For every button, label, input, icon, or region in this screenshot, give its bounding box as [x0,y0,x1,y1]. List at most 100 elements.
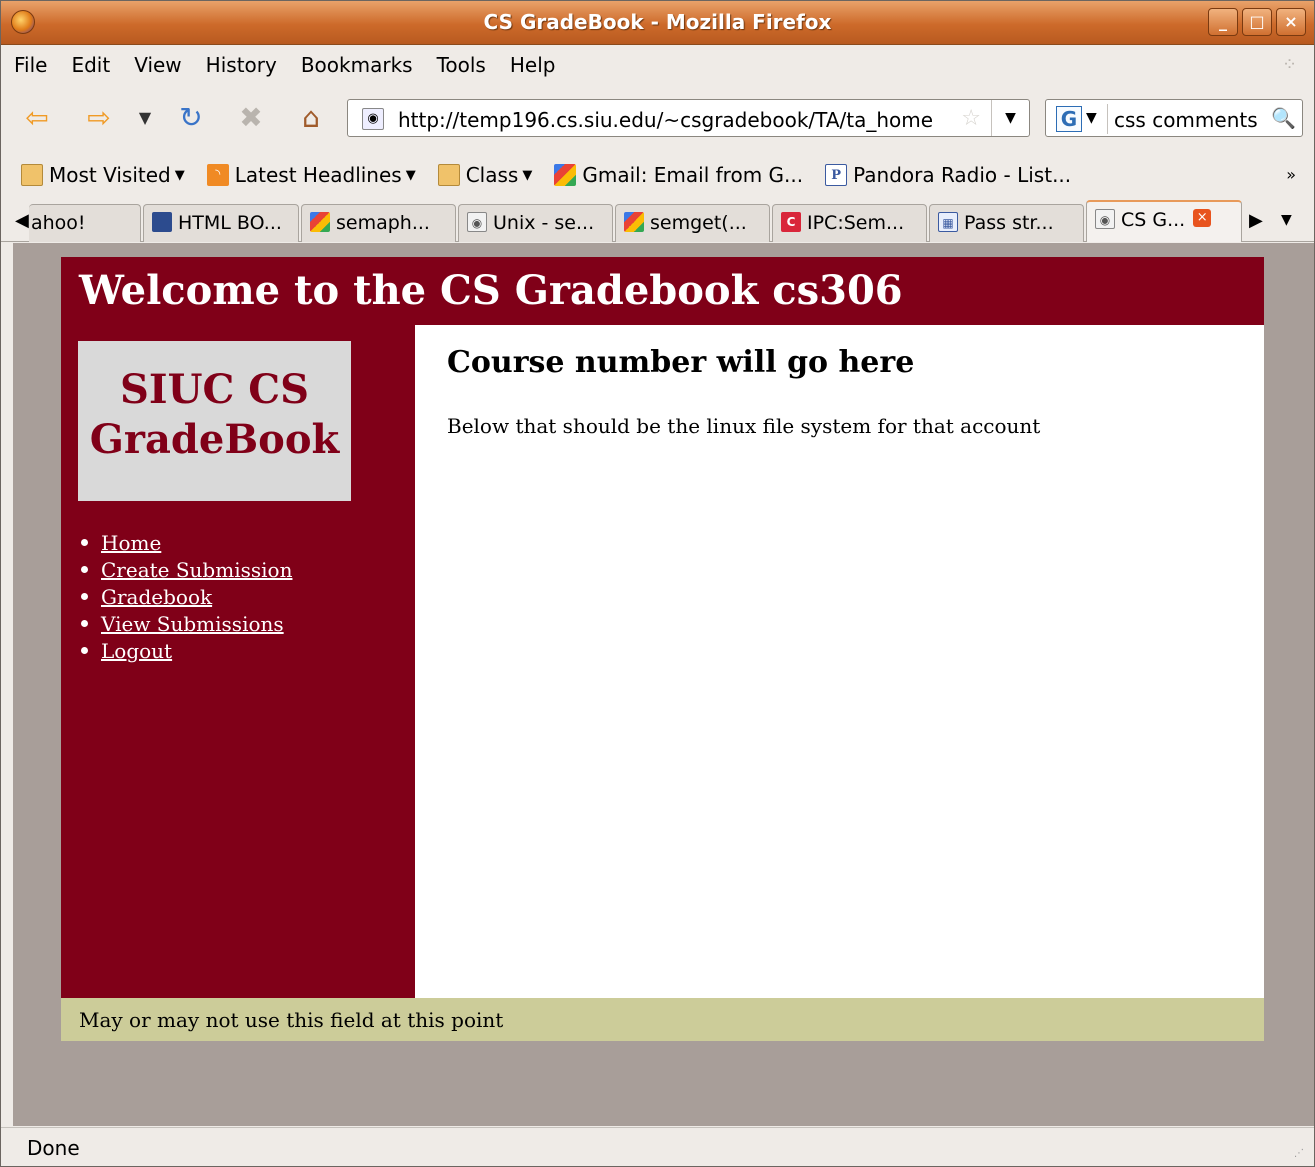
view-submissions-link[interactable]: View Submissions [101,612,284,636]
tab-yahoo[interactable]: ahoo! [29,204,141,242]
pandora-icon: P [825,164,848,186]
menu-file[interactable]: File [14,53,47,77]
google-icon [554,164,577,186]
rss-icon: ◝ [206,164,229,186]
history-dropdown-icon[interactable]: ▼ [133,100,157,136]
status-bar: Done ⋰ [1,1127,1314,1166]
window-title: CS GradeBook - Mozilla Firefox [483,10,832,34]
resize-grip-icon[interactable]: ⋰ [1294,1148,1308,1162]
bookmarks-overflow-icon[interactable]: » [1286,165,1296,184]
bookmark-label: Latest Headlines [234,163,402,187]
main-content: Course number will go here Below that sh… [415,325,1264,998]
sidebar: SIUC CS GradeBook Home Create Submission… [61,325,415,998]
google-icon [310,212,330,232]
bookmark-pandora[interactable]: P Pandora Radio - List... [825,163,1071,187]
menu-tools[interactable]: Tools [437,53,486,77]
bookmark-label: Pandora Radio - List... [853,163,1072,187]
tab-cs-gradebook[interactable]: ◉ CS G... × [1086,200,1242,242]
home-icon[interactable]: ⌂ [293,100,329,136]
menu-bar: File Edit View History Bookmarks Tools H… [1,46,1314,84]
site-favicon-icon[interactable]: ◉ [362,108,384,130]
tab-scroll-right-icon[interactable]: ▶ [1249,210,1263,231]
tab-label: IPC:Sem... [807,212,905,234]
tab-label: semget(... [650,212,747,234]
chevron-down-icon: ▼ [174,167,185,183]
gradebook-logo: SIUC CS GradeBook [78,341,351,501]
url-dropdown-icon[interactable]: ▼ [991,100,1029,136]
home-link[interactable]: Home [101,531,161,555]
tab-close-icon[interactable]: × [1193,209,1212,227]
grid-icon: ▦ [938,212,958,232]
stop-icon[interactable]: ✖ [233,100,269,136]
search-input[interactable]: css comments [1114,108,1258,132]
tab-html-bo[interactable]: HTML BO... [143,204,299,242]
tab-semaph[interactable]: semaph... [301,204,456,242]
chevron-down-icon: ▼ [522,167,533,183]
page-icon: ◉ [467,212,487,232]
body-text: Below that should be the linux file syst… [447,414,1041,438]
menu-edit[interactable]: Edit [71,53,110,77]
page-icon: ◉ [1095,209,1115,229]
minimize-button[interactable]: _ [1208,8,1238,36]
google-icon [624,212,644,232]
chevron-down-icon: ▼ [405,167,416,183]
tab-label: CS G... [1121,209,1186,231]
bookmark-class[interactable]: Class ▼ [437,163,533,187]
bookmark-label: Gmail: Email from G... [582,163,804,187]
navigation-toolbar: ⇦ ⇨ ▼ ↻ ✖ ⌂ ◉ http://temp196.cs.siu.edu/… [1,86,1314,150]
create-submission-link[interactable]: Create Submission [101,558,292,582]
tab-label: HTML BO... [178,212,282,234]
menu-help[interactable]: Help [510,53,556,77]
logo-line-2: GradeBook [89,416,340,463]
nav-item-gradebook: Gradebook [79,585,292,612]
tab-ipc-sem[interactable]: C IPC:Sem... [772,204,927,242]
search-engine-selector[interactable]: G ▼ [1050,104,1108,134]
tab-scroll-left-icon[interactable]: ◀ [15,210,29,231]
folder-icon [21,164,43,186]
nav-item-create-submission: Create Submission [79,558,292,585]
page-footer: May or may not use this field at this po… [61,998,1264,1041]
gradebook-page: Welcome to the CS Gradebook cs306 SIUC C… [61,257,1264,1041]
logo-line-1: SIUC CS [120,366,309,413]
url-text[interactable]: http://temp196.cs.siu.edu/~csgradebook/T… [398,108,933,132]
tab-label: Pass str... [964,212,1054,234]
tab-label: ahoo! [31,212,86,234]
sidebar-nav: Home Create Submission Gradebook View Su… [79,531,292,666]
bookmark-star-icon[interactable]: ☆ [961,106,981,131]
bookmark-most-visited[interactable]: Most Visited ▼ [21,163,185,187]
nav-item-logout: Logout [79,639,292,666]
tab-pass-str[interactable]: ▦ Pass str... [929,204,1084,242]
maximize-button[interactable]: □ [1242,8,1272,36]
tab-list-dropdown-icon[interactable]: ▼ [1281,212,1292,228]
tab-semget[interactable]: semget(... [615,204,770,242]
menu-view[interactable]: View [134,53,181,77]
close-button[interactable]: × [1276,8,1306,36]
status-text: Done [27,1136,80,1160]
bookmark-latest-headlines[interactable]: ◝ Latest Headlines ▼ [206,163,416,187]
title-bar[interactable]: CS GradeBook - Mozilla Firefox _ □ × [1,1,1314,45]
bookmark-gmail[interactable]: Gmail: Email from G... [554,163,803,187]
c-icon: C [781,212,801,232]
gradebook-link[interactable]: Gradebook [101,585,212,609]
person-icon [152,212,172,232]
page-viewport: Welcome to the CS Gradebook cs306 SIUC C… [13,243,1314,1126]
url-bar[interactable]: ◉ http://temp196.cs.siu.edu/~csgradebook… [347,99,1030,137]
window-controls: _ □ × [1208,8,1306,36]
forward-arrow-icon[interactable]: ⇨ [81,100,117,136]
menu-bookmarks[interactable]: Bookmarks [301,53,413,77]
tab-label: semaph... [336,212,430,234]
logout-link[interactable]: Logout [101,639,172,663]
menu-history[interactable]: History [206,53,277,77]
bookmarks-toolbar: Most Visited ▼ ◝ Latest Headlines ▼ Clas… [1,152,1314,198]
tab-unix[interactable]: ◉ Unix - se... [458,204,613,242]
throbber-icon: ⁘ [1282,54,1298,75]
search-bar[interactable]: G ▼ css comments 🔍 [1045,99,1303,137]
nav-item-home: Home [79,531,292,558]
folder-icon [437,164,460,186]
reload-icon[interactable]: ↻ [173,100,209,136]
browser-window: CS GradeBook - Mozilla Firefox _ □ × Fil… [0,0,1315,1167]
tab-strip: ◀ ahoo! HTML BO... semaph... ◉ Unix - se… [1,200,1314,242]
search-icon[interactable]: 🔍 [1271,106,1296,130]
bookmark-label: Class [465,163,519,187]
back-arrow-icon[interactable]: ⇦ [19,100,55,136]
